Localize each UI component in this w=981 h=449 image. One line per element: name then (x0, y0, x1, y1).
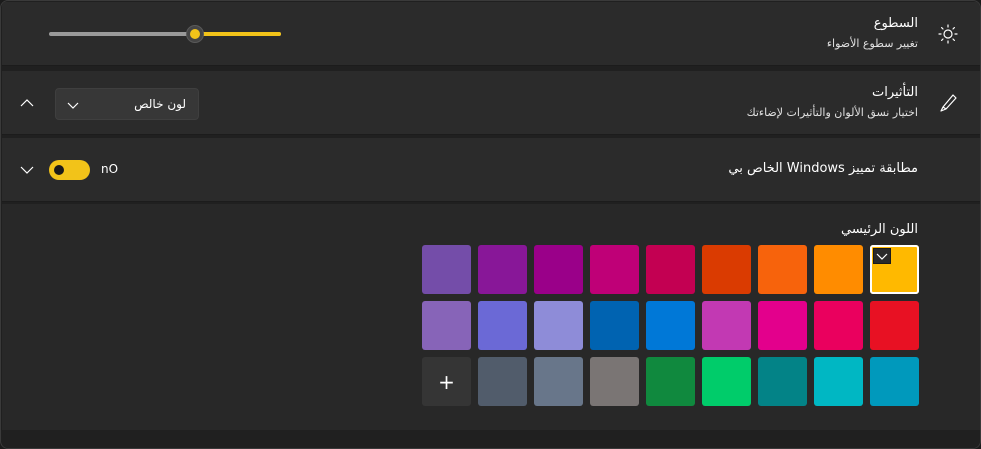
color-swatch[interactable] (702, 357, 751, 406)
accent-match-title: مطابقة تمييز Windows الخاص بي (728, 161, 918, 176)
chevron-down-icon (66, 97, 80, 111)
accent-match-toggle[interactable] (49, 160, 90, 180)
effects-dropdown-value: لون خالص (134, 97, 186, 111)
brightness-slider-fill (195, 32, 281, 36)
color-swatch[interactable] (478, 357, 527, 406)
color-swatch[interactable] (590, 357, 639, 406)
color-swatch[interactable] (870, 357, 919, 406)
color-swatch[interactable] (590, 245, 639, 294)
color-swatch-selected[interactable] (870, 245, 919, 294)
collapse-chevron-up-icon[interactable] (18, 94, 36, 112)
color-swatch-grid: + (421, 245, 919, 407)
toggle-state-label: nO (101, 162, 119, 176)
expand-chevron-down-icon[interactable] (18, 161, 36, 179)
effects-dropdown[interactable]: لون خالص (55, 88, 199, 120)
color-swatch[interactable] (702, 301, 751, 350)
color-swatch[interactable] (478, 301, 527, 350)
effects-row: التأثيرات اختيار نسق الألوان والتأثيرات … (2, 71, 980, 135)
color-swatch[interactable] (814, 245, 863, 294)
color-swatch[interactable] (702, 245, 751, 294)
effects-title: التأثيرات (871, 85, 918, 100)
effects-subtitle: اختيار نسق الألوان والتأثيرات لإضاءتك (746, 106, 918, 119)
brightness-row: السطوع تغيير سطوع الأضواء (2, 2, 980, 66)
brightness-slider[interactable] (49, 25, 281, 43)
add-custom-color-button[interactable]: + (422, 357, 471, 406)
color-swatch[interactable] (534, 357, 583, 406)
accent-match-row: مطابقة تمييز Windows الخاص بي nO (2, 138, 980, 202)
sun-icon (936, 22, 960, 46)
color-swatch[interactable] (758, 301, 807, 350)
color-swatch[interactable] (758, 245, 807, 294)
color-swatch[interactable] (534, 245, 583, 294)
color-swatch[interactable] (422, 245, 471, 294)
color-swatch[interactable] (646, 301, 695, 350)
window-bottom-edge (2, 432, 980, 448)
color-swatch[interactable] (478, 245, 527, 294)
color-swatch[interactable] (870, 301, 919, 350)
selected-check-icon (873, 248, 891, 264)
toggle-knob (54, 165, 64, 175)
brightness-slider-thumb[interactable] (186, 25, 205, 43)
color-swatch[interactable] (590, 301, 639, 350)
brightness-title: السطوع (873, 16, 918, 31)
lighting-settings-window: السطوع تغيير سطوع الأضواء التأثيرات اختي… (0, 0, 981, 449)
color-swatch[interactable] (646, 245, 695, 294)
plus-icon: + (438, 369, 455, 394)
brightness-subtitle: تغيير سطوع الأضواء (826, 37, 918, 50)
color-swatch[interactable] (422, 301, 471, 350)
color-swatch[interactable] (814, 357, 863, 406)
color-swatch[interactable] (534, 301, 583, 350)
brush-icon (936, 91, 960, 115)
color-swatch[interactable] (646, 357, 695, 406)
main-color-title: اللون الرئيسي (841, 222, 918, 237)
color-swatch[interactable] (758, 357, 807, 406)
color-swatch[interactable] (814, 301, 863, 350)
main-color-panel: اللون الرئيسي + (2, 204, 980, 430)
